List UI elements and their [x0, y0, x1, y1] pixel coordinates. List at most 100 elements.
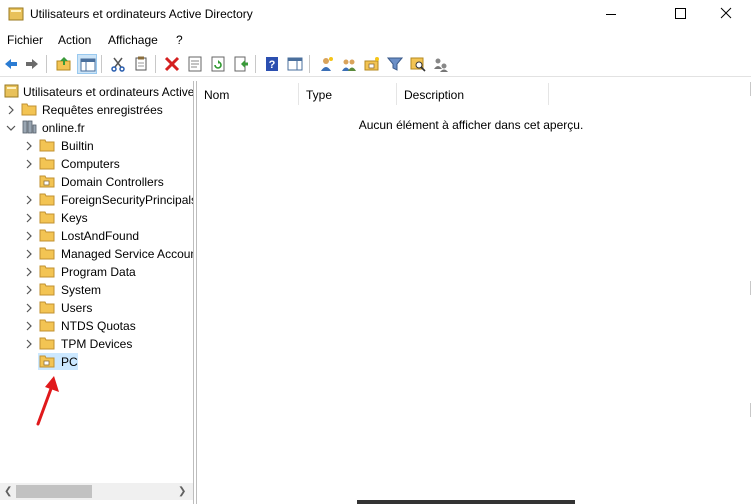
maximize-button[interactable] — [657, 0, 703, 30]
tree-item-label: online.fr — [42, 121, 85, 135]
menu-bar: Fichier Action Affichage ? — [0, 30, 751, 50]
tree-item-saved-queries[interactable]: Requêtes enregistrées — [0, 101, 193, 119]
chevron-right-icon[interactable] — [24, 266, 34, 277]
ad-app-icon — [8, 7, 24, 21]
tree-item-system[interactable]: System — [0, 281, 193, 299]
menu-affichage[interactable]: Affichage — [108, 33, 158, 47]
filter-icon[interactable] — [385, 54, 405, 74]
folder-icon — [39, 282, 55, 296]
tree-item-managed-service-accounts[interactable]: Managed Service Accounts — [0, 245, 193, 263]
svg-text:?: ? — [269, 59, 276, 71]
tree-item-users[interactable]: Users — [0, 299, 193, 317]
find-icon[interactable] — [408, 54, 428, 74]
tree-horizontal-scrollbar[interactable]: ❮ ❯ — [0, 483, 193, 500]
red-arrow-annotation — [32, 372, 62, 431]
properties-icon[interactable] — [185, 54, 205, 74]
tree-root[interactable]: Utilisateurs et ordinateurs Active Direc… — [0, 83, 194, 101]
chevron-right-icon[interactable] — [24, 194, 34, 205]
tree-item-label: Builtin — [61, 139, 94, 153]
close-button[interactable] — [703, 0, 749, 30]
folder-icon — [39, 246, 55, 260]
folder-icon — [39, 156, 55, 170]
tree-item-foreign-security-principals[interactable]: ForeignSecurityPrincipals — [0, 191, 194, 209]
title-bar: Utilisateurs et ordinateurs Active Direc… — [0, 0, 751, 30]
chevron-right-icon[interactable] — [24, 338, 34, 349]
tree-item-pc[interactable]: PC — [0, 353, 193, 371]
folder-icon — [21, 102, 37, 116]
tree-item-label: Keys — [61, 211, 88, 225]
chevron-right-icon[interactable] — [24, 320, 34, 331]
tree-item-label: Users — [61, 301, 93, 315]
new-group-icon[interactable] — [339, 54, 359, 74]
toolbar: ? — [0, 52, 751, 77]
tree-item-keys[interactable]: Keys — [0, 209, 193, 227]
chevron-right-icon[interactable] — [24, 248, 34, 259]
tree-item-label: LostAndFound — [61, 229, 140, 243]
tree-item-label: PC — [61, 355, 78, 369]
chevron-right-icon[interactable] — [6, 104, 16, 115]
console-tree: Utilisateurs et ordinateurs Active Direc… — [0, 81, 194, 504]
new-ou-icon[interactable] — [362, 54, 382, 74]
forward-icon[interactable] — [22, 54, 42, 74]
tree-item-ntds-quotas[interactable]: NTDS Quotas — [0, 317, 193, 335]
folder-icon — [39, 264, 55, 278]
chevron-down-icon[interactable] — [6, 122, 16, 132]
tree-item-label: Domain Controllers — [61, 175, 164, 189]
window-title: Utilisateurs et ordinateurs Active Direc… — [30, 7, 253, 21]
horizontal-scroll-indicator[interactable] — [357, 500, 575, 504]
refresh-icon[interactable] — [208, 54, 228, 74]
column-header-type[interactable]: Type — [299, 83, 397, 105]
minimize-button[interactable] — [586, 0, 632, 30]
back-icon[interactable] — [1, 54, 21, 74]
ou-icon — [39, 174, 55, 188]
chevron-right-icon[interactable] — [24, 284, 34, 295]
column-header-description[interactable]: Description — [397, 83, 549, 105]
ou-icon — [39, 354, 55, 368]
scrollbar-thumb[interactable] — [16, 485, 92, 498]
help-icon[interactable]: ? — [262, 54, 282, 74]
domain-icon — [21, 120, 37, 134]
tree-item-label: Computers — [61, 157, 120, 171]
delete-icon[interactable] — [162, 54, 182, 74]
cut-icon[interactable] — [108, 54, 128, 74]
folder-icon — [39, 192, 55, 206]
folder-icon — [39, 318, 55, 332]
chevron-right-icon[interactable] — [24, 302, 34, 313]
action-pane-icon[interactable] — [285, 54, 305, 74]
new-user-icon[interactable] — [316, 54, 336, 74]
tree-item-tpm-devices[interactable]: TPM Devices — [0, 335, 193, 353]
copy-icon[interactable] — [131, 54, 151, 74]
empty-list-message: Aucun élément à afficher dans cet aperçu… — [358, 118, 584, 132]
tree-root-label: Utilisateurs et ordinateurs Active Direc… — [23, 85, 194, 99]
tree-item-domain[interactable]: online.fr — [0, 119, 193, 137]
menu-help[interactable]: ? — [176, 33, 183, 47]
chevron-right-icon[interactable] — [24, 230, 34, 241]
scroll-left-icon[interactable]: ❮ — [4, 486, 12, 497]
details-pane: Nom Type Description Aucun élément à aff… — [196, 81, 751, 504]
column-header-nom[interactable]: Nom — [197, 83, 299, 105]
menu-fichier[interactable]: Fichier — [7, 33, 43, 47]
chevron-right-icon[interactable] — [24, 158, 34, 169]
tree-item-label: NTDS Quotas — [61, 319, 136, 333]
show-console-tree-icon[interactable] — [77, 54, 97, 74]
tree-item-label: ForeignSecurityPrincipals — [61, 193, 194, 207]
chevron-right-icon[interactable] — [24, 212, 34, 223]
folder-icon — [39, 210, 55, 224]
folder-icon — [39, 336, 55, 350]
folder-icon — [39, 228, 55, 242]
folder-icon — [39, 300, 55, 314]
tree-item-label: Requêtes enregistrées — [42, 103, 163, 117]
tree-item-domain-controllers[interactable]: Domain Controllers — [0, 173, 193, 191]
add-to-group-icon[interactable] — [431, 54, 451, 74]
scroll-right-icon[interactable]: ❯ — [178, 486, 186, 497]
tree-item-label: System — [61, 283, 102, 297]
tree-item-lost-and-found[interactable]: LostAndFound — [0, 227, 193, 245]
menu-action[interactable]: Action — [58, 33, 91, 47]
tree-item-program-data[interactable]: Program Data — [0, 263, 193, 281]
up-folder-icon[interactable] — [54, 54, 74, 74]
folder-icon — [39, 138, 55, 152]
export-list-icon[interactable] — [231, 54, 251, 74]
tree-item-computers[interactable]: Computers — [0, 155, 193, 173]
tree-item-builtin[interactable]: Builtin — [0, 137, 193, 155]
chevron-right-icon[interactable] — [24, 140, 34, 151]
